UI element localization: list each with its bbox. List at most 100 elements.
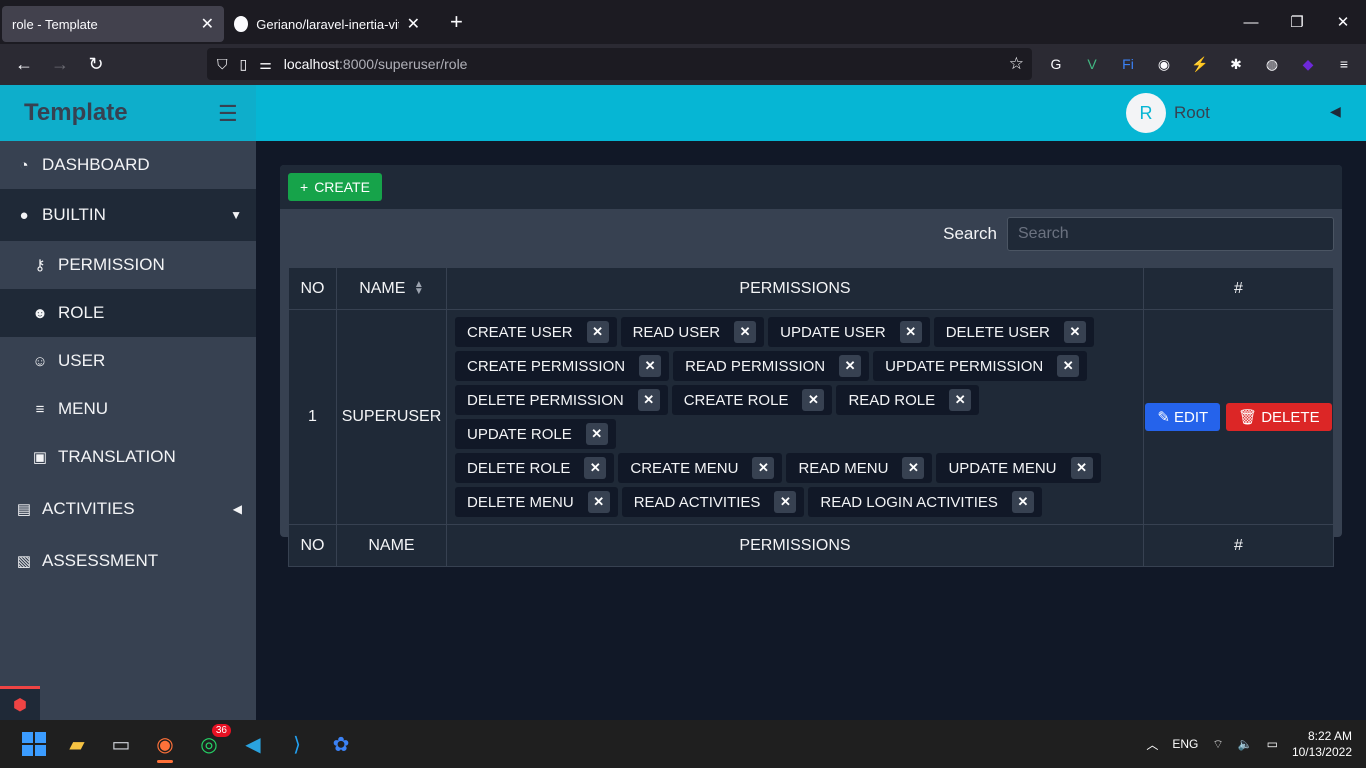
remove-permission-icon[interactable]: ✕ [802,389,825,411]
globe-icon[interactable]: ◍ [1259,50,1285,78]
permission-chip: READ USER ✕ [620,317,765,347]
url-bar[interactable]: ⛉ ▯ ⚌ localhost:8000/superuser/role ☆ [207,48,1032,80]
sidebar-item-builtin[interactable]: ● BUILTIN ▼ [0,189,256,241]
remove-permission-icon[interactable]: ✕ [1063,321,1086,343]
terminal-icon[interactable]: ▭ [107,730,135,758]
roles-table: NO NAME ▲ ▼ PERMISSIONS # 1 SUPERUSER CRE… [288,267,1334,567]
remove-permission-icon[interactable]: ✕ [839,355,862,377]
search-input[interactable] [1007,217,1334,251]
permission-chip: DELETE USER ✕ [933,317,1094,347]
remove-permission-icon[interactable]: ✕ [734,321,757,343]
remove-permission-icon[interactable]: ✕ [586,321,609,343]
sort-icon[interactable]: ▲ ▼ [414,280,424,297]
tab-active[interactable]: role - Template ✕ [2,6,224,42]
restore-icon[interactable]: ❐ [1274,0,1320,44]
minimize-icon[interactable]: — [1228,0,1274,44]
permission-label: READ PERMISSION [685,357,826,375]
permission-chip: UPDATE PERMISSION ✕ [873,351,1088,381]
whatsapp-icon[interactable]: ◎ 36 [195,724,231,758]
bookmark-star-icon[interactable]: ☆ [1009,54,1024,74]
back-icon[interactable]: ← [6,54,42,75]
remove-permission-icon[interactable]: ✕ [1011,491,1034,513]
sidebar-item-user[interactable]: ☺ USER [0,337,256,385]
menu-icon[interactable]: ≡ [1331,50,1357,78]
remove-permission-icon[interactable]: ✕ [639,355,662,377]
circle-icon: ● [19,206,29,224]
permission-label: UPDATE MENU [948,459,1057,477]
forward-icon[interactable]: → [42,54,78,75]
firefox-icon[interactable]: ◉ [151,730,179,758]
remove-permission-icon[interactable]: ✕ [752,457,775,479]
vscode-icon[interactable]: ⟩ [283,730,311,758]
permission-label: DELETE ROLE [467,459,571,477]
username[interactable]: Root [1174,103,1210,123]
permission-chip: DELETE PERMISSION ✕ [455,385,668,415]
remove-permission-icon[interactable]: ✕ [902,457,925,479]
delete-label: DELETE [1261,408,1320,426]
remove-permission-icon[interactable]: ✕ [774,491,797,513]
delete-button[interactable]: 🗑 DELETE [1226,403,1332,431]
remove-permission-icon[interactable]: ✕ [899,321,922,343]
remove-permission-icon[interactable]: ✕ [584,457,607,479]
laravel-debug-icon[interactable]: ⬢ [0,686,40,720]
remove-permission-icon[interactable]: ✕ [587,491,610,513]
system-tray: ︿ ENG ⌔ 🔈 ▭ 8:22 AM 10/13/2022 [1146,720,1352,768]
trash-icon: 🗑 [1238,409,1258,426]
battery-icon[interactable]: ▭ [1267,737,1278,751]
sidebar-item-dashboard[interactable]: ◔ DASHBOARD [0,141,256,189]
grammarly-icon[interactable]: G [1043,50,1069,78]
sidebar-item-permission[interactable]: ⚷ PERMISSION [0,241,256,289]
table-row: 1 SUPERUSER CREATE USER ✕ READ USER ✕ UPDATE… [288,309,1334,525]
remove-permission-icon[interactable]: ✕ [637,389,660,411]
extension-icon[interactable]: ⚡ [1187,50,1213,78]
shield-icon: ⛉ [217,55,228,72]
create-label: CREATE [314,179,370,195]
clock[interactable]: 8:22 AM 10/13/2022 [1292,728,1352,760]
telegram-icon[interactable]: ◀ [239,730,267,758]
extension-purple-icon[interactable]: ◆ [1295,50,1321,78]
file-explorer-icon[interactable]: ▰ [63,730,91,758]
sidebar-item-assessment[interactable]: ▧ ASSESSMENT [0,537,256,585]
close-window-icon[interactable]: ✕ [1320,0,1366,44]
hamburger-icon[interactable]: ☰ [218,101,238,127]
cell-actions: ✎ EDIT 🗑 DELETE [1143,309,1334,525]
remove-permission-icon[interactable]: ✕ [1057,355,1080,377]
bug-icon[interactable]: ✱ [1223,50,1249,78]
sidebar-item-activities[interactable]: ▤ ACTIVITIES ◀ [0,481,256,537]
file-gear-icon: ▧ [16,553,32,570]
permission-chip: CREATE ROLE ✕ [671,385,833,415]
sidebar-item-menu[interactable]: ≡ MENU [0,385,256,433]
close-tab-icon[interactable]: ✕ [201,14,214,34]
sidebar-item-label: USER [58,351,106,370]
caret-left-icon[interactable]: ◀ [1330,103,1341,120]
create-button[interactable]: + CREATE [288,173,382,201]
cookie-icon[interactable]: ◉ [1151,50,1177,78]
permission-chip: DELETE MENU ✕ [455,487,618,517]
permission-chip: UPDATE ROLE ✕ [455,419,616,449]
sidebar-item-label: ASSESSMENT [42,551,159,570]
close-tab-icon[interactable]: ✕ [407,14,420,34]
remove-permission-icon[interactable]: ✕ [585,423,608,445]
new-tab-icon[interactable]: + [450,9,463,35]
chevron-up-icon[interactable]: ︿ [1146,736,1158,753]
wifi-icon[interactable]: ⌔ [1212,737,1223,752]
app-icon[interactable]: ✿ [327,730,355,758]
tab-inactive[interactable]: Geriano/laravel-inertia-vite-tem ✕ [224,6,430,42]
remove-permission-icon[interactable]: ✕ [949,389,972,411]
windows-start-icon[interactable] [20,730,48,758]
reload-icon[interactable]: ↻ [78,54,114,75]
key-icon: ⚷ [34,257,46,274]
sidebar-item-role[interactable]: ☻ ROLE [0,289,256,337]
vue-devtools-icon[interactable]: V [1079,50,1105,78]
sidebar-item-translation[interactable]: ▣ TRANSLATION [0,433,256,481]
language-icon: ▣ [32,449,48,466]
header-name[interactable]: NAME ▲ ▼ [336,267,447,310]
fi-extension-icon[interactable]: Fi [1115,50,1141,78]
table-footer-row: NO NAME PERMISSIONS # [288,524,1334,567]
avatar[interactable]: R [1126,93,1166,133]
edit-button[interactable]: ✎ EDIT [1145,403,1221,431]
permission-label: UPDATE ROLE [467,425,572,443]
volume-icon[interactable]: 🔈 [1238,737,1253,751]
remove-permission-icon[interactable]: ✕ [1070,457,1093,479]
language-indicator[interactable]: ENG [1172,737,1198,751]
